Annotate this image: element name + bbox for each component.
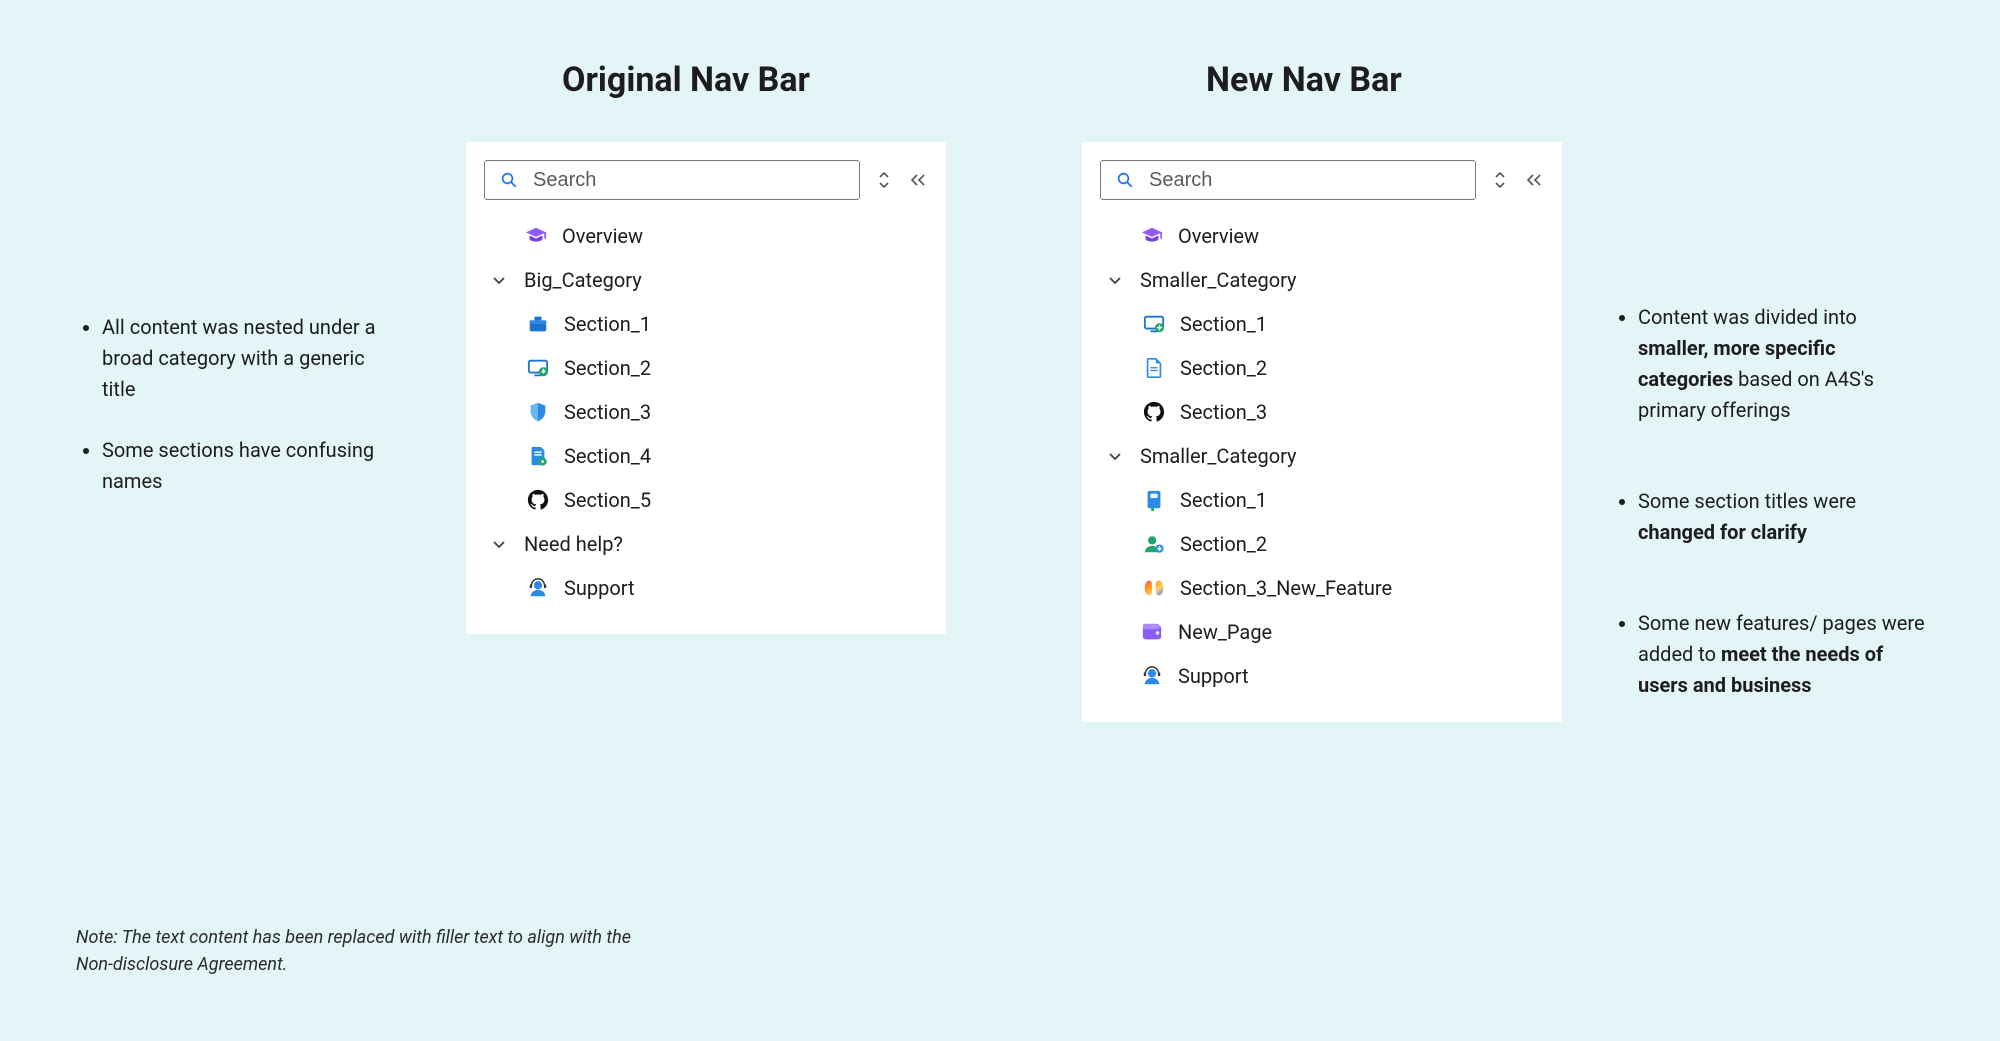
nav-item-support[interactable]: Support <box>1100 654 1544 698</box>
collapse-icon[interactable] <box>1524 170 1544 190</box>
nav-item-section-2[interactable]: Section_2 <box>484 346 928 390</box>
nav-label: Section_3 <box>1180 400 1267 424</box>
nav-label: Section_1 <box>564 312 651 336</box>
nav-label: Section_2 <box>1180 532 1267 556</box>
nav-label: Section_2 <box>564 356 651 380</box>
nav-item-overview[interactable]: Overview <box>1100 214 1544 258</box>
nav-item-new-page[interactable]: New_Page <box>1100 610 1544 654</box>
chevron-down-icon <box>1104 448 1126 464</box>
new-nav: Overview Smaller_Category Section_1 Sec <box>1082 142 1562 722</box>
nav-item-section-1[interactable]: Section_1 <box>484 302 928 346</box>
nav-label: Need help? <box>524 532 623 556</box>
nav-item-c1-section-3[interactable]: Section_3 <box>1100 390 1544 434</box>
nav-label: Section_3 <box>564 400 651 424</box>
nav-item-section-5[interactable]: Section_5 <box>484 478 928 522</box>
search-input[interactable] <box>533 169 847 192</box>
right-notes: Content was divided into smaller, more s… <box>1612 302 1932 701</box>
original-title: Original Nav Bar <box>562 60 810 100</box>
left-note-1: All content was nested under a broad cat… <box>102 312 396 405</box>
nav-item-c2-section-1[interactable]: Section_1 <box>1100 478 1544 522</box>
nav-label: Section_5 <box>564 488 651 512</box>
nav-item-overview[interactable]: Overview <box>484 214 928 258</box>
nav-label: Section_1 <box>1180 312 1267 336</box>
file-icon <box>1142 356 1166 380</box>
search-box[interactable] <box>484 160 860 200</box>
new-title: New Nav Bar <box>1206 60 1402 100</box>
nav-label: Big_Category <box>524 268 642 292</box>
wallet-icon <box>1140 620 1164 644</box>
shield-icon <box>526 400 550 424</box>
nav-item-c1-section-1[interactable]: Section_1 <box>1100 302 1544 346</box>
nav-item-section-4[interactable]: Section_4 <box>484 434 928 478</box>
nav-label: Support <box>564 576 635 600</box>
nav-item-c2-section-2[interactable]: Section_2 <box>1100 522 1544 566</box>
copilot-icon <box>1142 576 1166 600</box>
graduation-cap-icon <box>524 224 548 248</box>
nav-label: Section_2 <box>1180 356 1267 380</box>
nav-item-smaller-category-2[interactable]: Smaller_Category <box>1100 434 1544 478</box>
chevron-down-icon <box>488 536 510 552</box>
nav-item-section-3[interactable]: Section_3 <box>484 390 928 434</box>
github-icon <box>526 488 550 512</box>
search-box[interactable] <box>1100 160 1476 200</box>
support-headset-icon <box>1140 664 1164 688</box>
monitor-add-icon <box>1142 312 1166 336</box>
collapse-icon[interactable] <box>908 170 928 190</box>
chevron-down-icon <box>488 272 510 288</box>
nav-item-smaller-category-1[interactable]: Smaller_Category <box>1100 258 1544 302</box>
nav-label: Smaller_Category <box>1140 268 1297 292</box>
sort-icon[interactable] <box>874 170 894 190</box>
nav-label: Section_4 <box>564 444 651 468</box>
graduation-cap-icon <box>1140 224 1164 248</box>
nav-label: Section_3_New_Feature <box>1180 576 1392 600</box>
file-gear-icon <box>526 444 550 468</box>
nav-label: Overview <box>562 224 643 248</box>
right-note-1: Content was divided into smaller, more s… <box>1638 302 1932 426</box>
sort-icon[interactable] <box>1490 170 1510 190</box>
book-icon <box>1142 488 1166 512</box>
nav-label: Support <box>1178 664 1249 688</box>
nav-item-need-help[interactable]: Need help? <box>484 522 928 566</box>
nav-label: New_Page <box>1178 620 1272 644</box>
user-add-icon <box>1142 532 1166 556</box>
original-nav: Overview Big_Category Section_1 <box>466 142 946 634</box>
github-icon <box>1142 400 1166 424</box>
left-note-2: Some sections have confusing names <box>102 435 396 497</box>
nav-label: Overview <box>1178 224 1259 248</box>
nav-item-c1-section-2[interactable]: Section_2 <box>1100 346 1544 390</box>
right-note-2: Some section titles were changed for cla… <box>1638 486 1932 548</box>
nav-label: Smaller_Category <box>1140 444 1297 468</box>
support-headset-icon <box>526 576 550 600</box>
briefcase-icon <box>526 312 550 336</box>
search-input[interactable] <box>1149 169 1463 192</box>
nav-item-big-category[interactable]: Big_Category <box>484 258 928 302</box>
nav-label: Section_1 <box>1180 488 1267 512</box>
nav-item-c2-section-3-new-feature[interactable]: Section_3_New_Feature <box>1100 566 1544 610</box>
search-icon <box>497 168 521 192</box>
right-note-3: Some new features/ pages were added to m… <box>1638 608 1932 701</box>
chevron-down-icon <box>1104 272 1126 288</box>
footnote: Note: The text content has been replaced… <box>76 924 636 978</box>
search-icon <box>1113 168 1137 192</box>
left-notes: All content was nested under a broad cat… <box>76 312 396 497</box>
monitor-download-icon <box>526 356 550 380</box>
nav-item-support[interactable]: Support <box>484 566 928 610</box>
